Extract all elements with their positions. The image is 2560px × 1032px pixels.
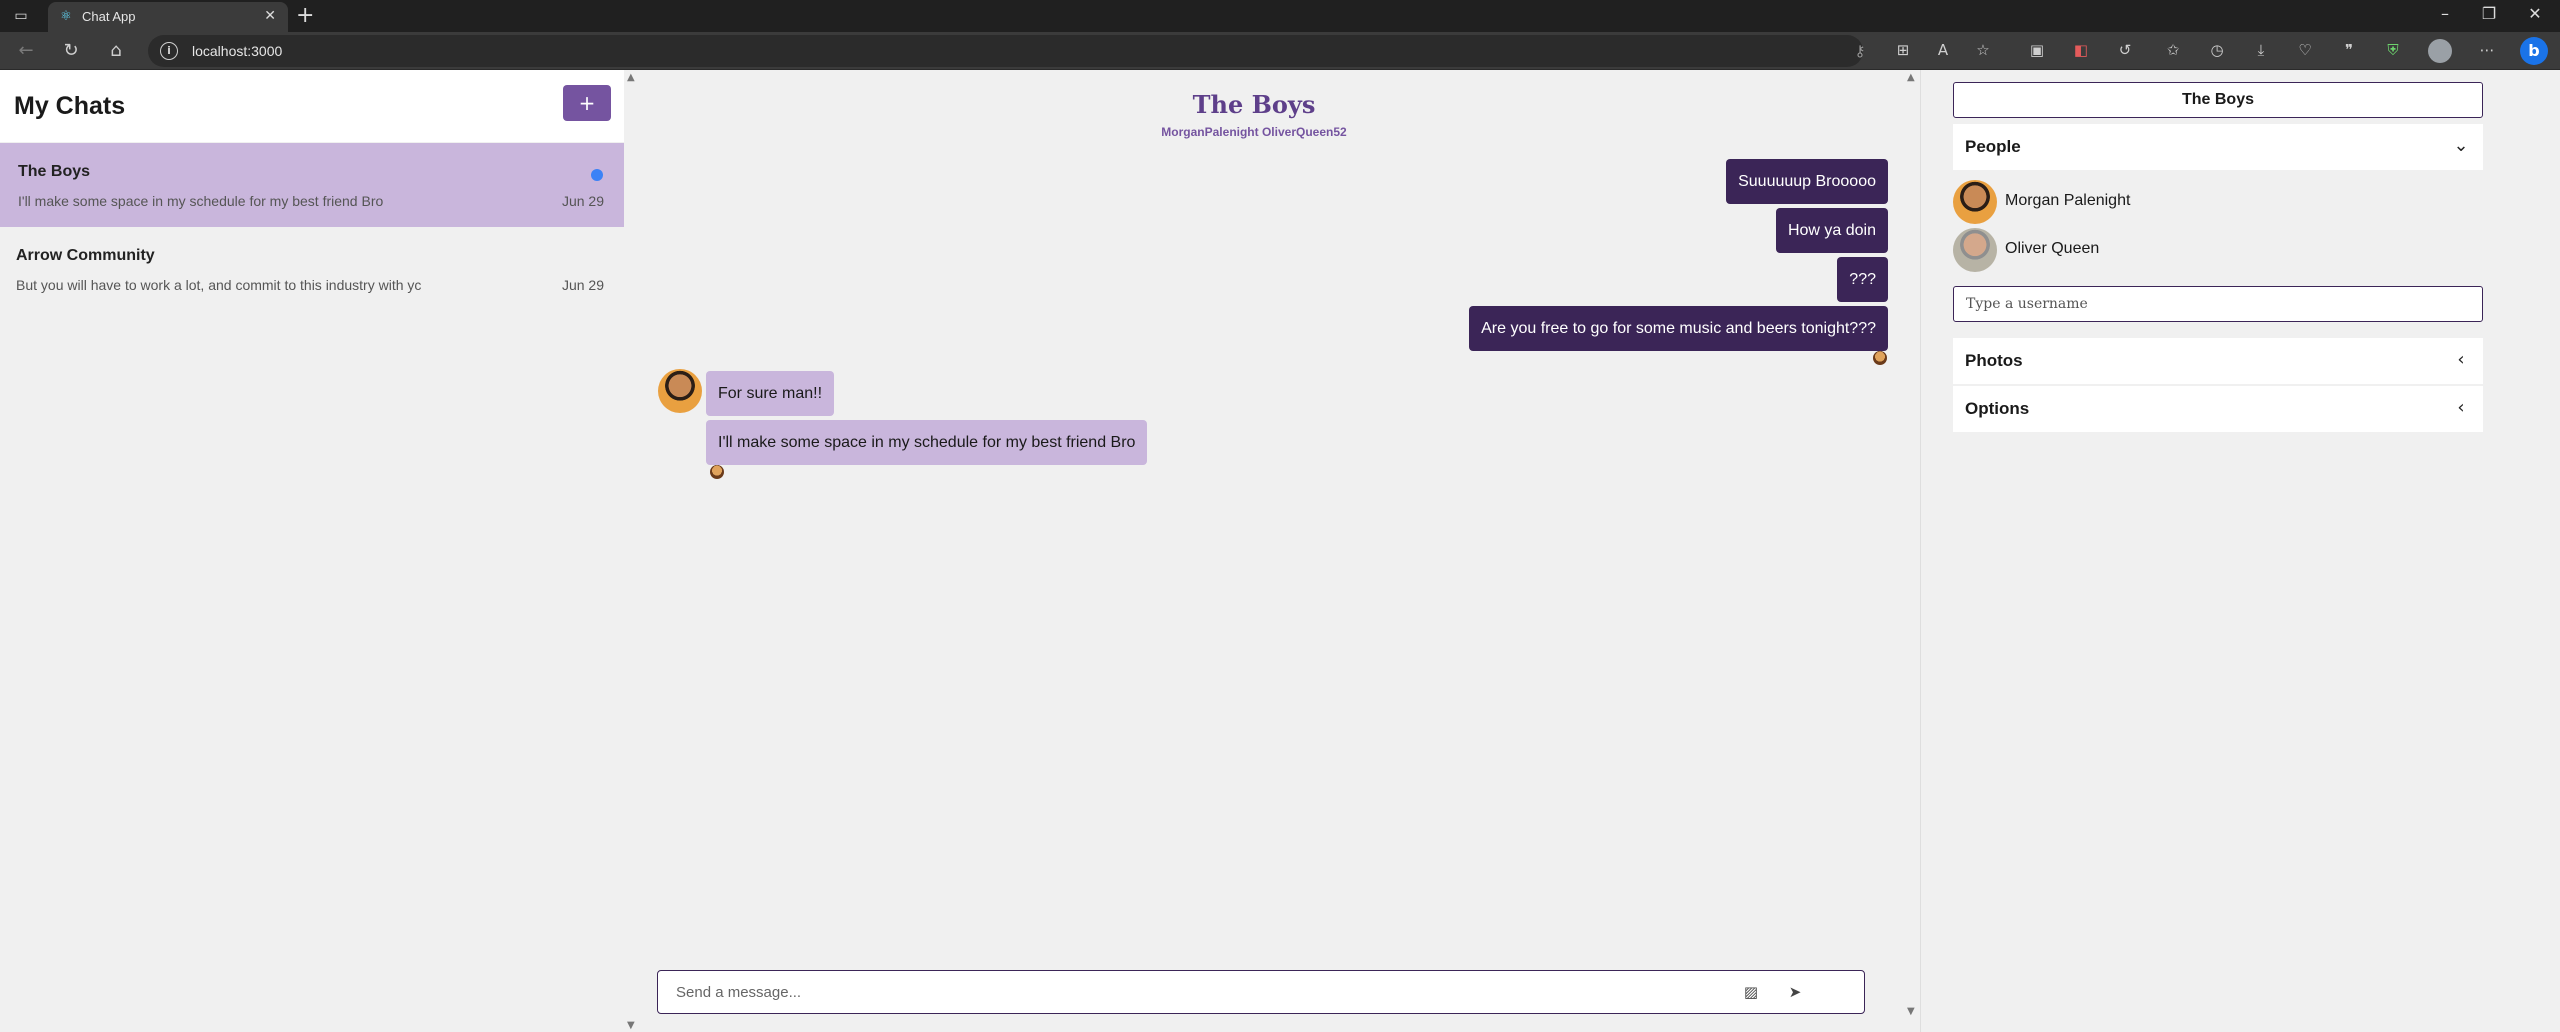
extension-red-icon[interactable]: ◧ (2070, 41, 2092, 59)
person-name: Morgan Palenight (2005, 192, 2131, 209)
person-avatar (1953, 228, 1997, 272)
chat-settings-title[interactable]: The Boys (1953, 82, 2483, 118)
home-icon[interactable]: ⌂ (104, 40, 128, 62)
person-row[interactable]: Oliver Queen (1953, 228, 2483, 272)
chat-members-subtitle: MorganPalenight OliverQueen52 (1161, 125, 1347, 139)
extension-icon[interactable]: ▣ (2026, 41, 2048, 59)
options-accordion[interactable]: Options ‹ (1953, 386, 2483, 432)
options-label: Options (1965, 399, 2030, 418)
favorite-star-icon[interactable]: ☆ (1972, 41, 1994, 59)
person-avatar (1953, 180, 1997, 224)
scroll-down-icon[interactable]: ▼ (1907, 1006, 1915, 1017)
read-receipt-avatar-icon (710, 465, 724, 479)
profile-avatar-icon[interactable] (2428, 39, 2452, 63)
password-key-icon[interactable]: ⚷ (1850, 42, 1870, 60)
person-row[interactable]: Morgan Palenight (1953, 180, 2483, 224)
chat-feed: The Boys MorganPalenight OliverQueen52 S… (640, 70, 1904, 1032)
chat-feed-scrollbar[interactable]: ▲ ▼ (1905, 70, 1919, 1032)
close-window-icon[interactable]: ✕ (2520, 4, 2550, 23)
tab-actions-icon[interactable]: ▭ (12, 7, 30, 25)
chat-card-date: Jun 29 (561, 277, 604, 293)
chat-list-scrollbar[interactable]: ▲ ▼ (625, 70, 639, 1032)
sender-avatar (658, 369, 702, 413)
read-aloud-icon[interactable]: A (1932, 41, 1954, 59)
chat-list-panel: My Chats + The Boys I'll make some space… (0, 70, 624, 1032)
chat-title: The Boys (1192, 90, 1316, 119)
more-menu-icon[interactable]: ⋯ (2476, 41, 2498, 59)
tab-title: Chat App (82, 9, 136, 24)
my-message: Are you free to go for some music and be… (1469, 306, 1888, 351)
restore-icon[interactable]: ❐ (2474, 4, 2504, 23)
chevron-down-icon: ⌄ (2453, 135, 2469, 156)
their-message: For sure man!! (706, 371, 835, 416)
scroll-down-icon[interactable]: ▼ (627, 1020, 635, 1031)
photos-label: Photos (1965, 351, 2023, 370)
people-accordion[interactable]: People ⌄ (1953, 124, 2483, 170)
site-info-icon[interactable]: i (160, 42, 178, 60)
chat-card-name: Arrow Community (16, 247, 155, 264)
chat-list-header: My Chats + (0, 70, 624, 142)
refresh-icon[interactable]: ↻ (59, 40, 83, 62)
browser-tab[interactable]: ⚛ Chat App ✕ (48, 2, 288, 32)
url-text[interactable]: localhost:3000 (192, 43, 282, 59)
username-field (1953, 286, 2483, 322)
chat-list-title: My Chats (14, 92, 126, 120)
quote-icon[interactable]: ❞ (2338, 41, 2360, 59)
image-upload-icon[interactable]: ▨ (1740, 981, 1762, 1003)
chat-card-arrow-community[interactable]: Arrow Community But you will have to wor… (0, 227, 624, 311)
message-input[interactable] (658, 971, 1738, 1013)
chat-card-the-boys[interactable]: The Boys I'll make some space in my sche… (0, 143, 624, 227)
chat-card-name: The Boys (18, 163, 91, 180)
photos-accordion[interactable]: Photos ‹ (1953, 338, 2483, 384)
shield-icon[interactable]: ⛨ (2382, 41, 2404, 59)
new-tab-icon[interactable]: + (296, 4, 314, 28)
scroll-up-icon[interactable]: ▲ (627, 72, 635, 83)
minimize-icon[interactable]: – (2430, 4, 2460, 23)
chat-card-date: Jun 29 (561, 193, 604, 209)
new-chat-button[interactable]: + (563, 85, 611, 121)
read-receipt-avatar-icon (1873, 351, 1887, 365)
chevron-left-icon: ‹ (2457, 397, 2465, 418)
my-message: Suuuuuup Brooooo (1726, 159, 1888, 204)
their-message: I'll make some space in my schedule for … (706, 420, 1148, 465)
message-form: ▨ ➤ (657, 970, 1865, 1014)
chat-settings-panel: The Boys People ⌄ Morgan Palenight Olive… (1920, 70, 2560, 1032)
chevron-left-icon: ‹ (2457, 349, 2465, 370)
my-message: How ya doin (1775, 208, 1888, 253)
close-tab-icon[interactable]: ✕ (264, 8, 276, 24)
bing-copilot-icon[interactable]: b (2520, 37, 2548, 65)
scroll-up-icon[interactable]: ▲ (1907, 72, 1915, 83)
history-icon[interactable]: ◷ (2206, 41, 2228, 59)
person-name: Oliver Queen (2005, 240, 2100, 257)
send-icon[interactable]: ➤ (1784, 981, 1806, 1003)
username-input[interactable] (1954, 287, 2482, 321)
my-message: ??? (1837, 257, 1888, 302)
back-icon[interactable]: ← (14, 40, 38, 62)
chat-card-preview: But you will have to work a lot, and com… (16, 277, 422, 293)
people-label: People (1965, 137, 2021, 156)
unread-dot-icon (591, 169, 603, 181)
address-bar[interactable]: i localhost:3000 ⚷ (148, 35, 1866, 67)
favorites-icon[interactable]: ✩ (2162, 41, 2184, 59)
react-favicon-icon: ⚛ (60, 9, 72, 24)
downloads-icon[interactable]: ⤓ (2250, 41, 2272, 59)
apps-icon[interactable]: ⊞ (1892, 41, 1914, 59)
chat-app: My Chats + The Boys I'll make some space… (0, 70, 2560, 1032)
extension-refresh-icon[interactable]: ↺ (2114, 41, 2136, 59)
chat-card-preview: I'll make some space in my schedule for … (18, 193, 384, 209)
browser-toolbar: ← ↻ ⌂ i localhost:3000 ⚷ ⊞ A ☆ ▣ ◧ ↺ ✩ ◷… (0, 32, 2560, 70)
performance-icon[interactable]: ♡ (2294, 41, 2316, 59)
browser-titlebar: ▭ ⚛ Chat App ✕ + – ❐ ✕ (0, 0, 2560, 32)
